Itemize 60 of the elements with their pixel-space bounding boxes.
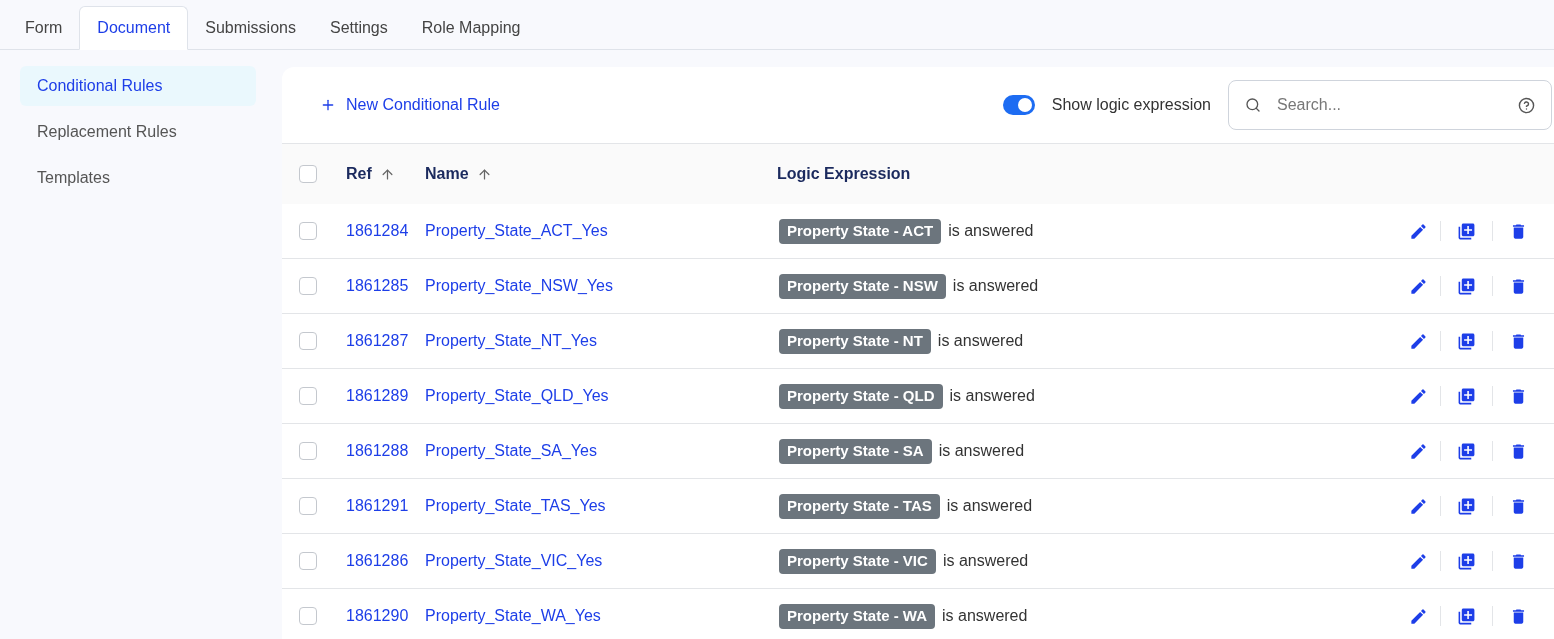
- question-tag: Property State - QLD: [779, 383, 943, 409]
- question-tag: Property State - SA: [779, 438, 932, 464]
- rule-name-link[interactable]: Property_State_NSW_Yes: [425, 274, 779, 298]
- checkbox[interactable]: [299, 222, 317, 240]
- help-icon: [1518, 96, 1535, 114]
- tab[interactable]: Document: [79, 6, 189, 50]
- condition-text: is answered: [937, 331, 1024, 351]
- ref-link[interactable]: 1861284: [346, 219, 425, 243]
- checkbox[interactable]: [299, 442, 317, 460]
- condition-text: is answered: [946, 496, 1033, 516]
- ref-link[interactable]: 1861285: [346, 274, 425, 298]
- checkbox[interactable]: [299, 387, 317, 405]
- condition-text: is answered: [942, 606, 1028, 626]
- column-header[interactable]: Ref: [346, 162, 425, 186]
- search-field[interactable]: Search...: [1228, 80, 1552, 130]
- ref-link[interactable]: 1861287: [346, 329, 425, 353]
- toggle-label: Show logic expression: [1051, 95, 1211, 115]
- checkbox[interactable]: [299, 607, 317, 625]
- condition-text: is answered: [942, 551, 1029, 571]
- column-header[interactable]: Name: [425, 162, 777, 186]
- column-header: Logic Expression: [777, 164, 911, 184]
- rule-name-link[interactable]: Property_State_WA_Yes: [425, 604, 779, 628]
- toggle-switch[interactable]: [1002, 95, 1035, 115]
- ref-link[interactable]: 1861291: [346, 494, 425, 518]
- rule-name-link[interactable]: Property_State_TAS_Yes: [425, 494, 779, 518]
- tab[interactable]: Submissions: [188, 6, 313, 50]
- question-tag: Property State - ACT: [779, 218, 942, 244]
- rule-name-link[interactable]: Property_State_VIC_Yes: [425, 549, 779, 573]
- question-tag: Property State - NSW: [779, 273, 946, 299]
- plus-icon: [320, 97, 336, 113]
- condition-text: is answered: [952, 276, 1039, 296]
- search-input[interactable]: Search...: [1277, 93, 1502, 117]
- ref-link[interactable]: 1861290: [346, 604, 425, 628]
- checkbox[interactable]: [299, 165, 317, 183]
- rule-name-link[interactable]: Property_State_SA_Yes: [425, 439, 779, 463]
- sidebar-item[interactable]: Templates: [20, 158, 256, 198]
- question-tag: Property State - TAS: [779, 493, 940, 519]
- rule-name-link[interactable]: Property_State_NT_Yes: [425, 329, 779, 353]
- tab[interactable]: Form: [8, 6, 80, 50]
- ref-link[interactable]: 1861289: [346, 384, 425, 408]
- condition-text: is answered: [938, 441, 1025, 461]
- question-tag: Property State - VIC: [779, 548, 936, 574]
- condition-text: is answered: [949, 386, 1035, 406]
- checkbox[interactable]: [299, 552, 317, 570]
- sidebar-item[interactable]: Conditional Rules: [20, 66, 256, 106]
- ref-link[interactable]: 1861288: [346, 439, 425, 463]
- rule-name-link[interactable]: Property_State_ACT_Yes: [425, 219, 779, 243]
- checkbox[interactable]: [299, 332, 317, 350]
- ref-link[interactable]: 1861286: [346, 549, 425, 573]
- question-tag: Property State - WA: [779, 603, 936, 629]
- rule-name-link[interactable]: Property_State_QLD_Yes: [425, 384, 779, 408]
- tab[interactable]: Role Mapping: [404, 6, 538, 50]
- tab[interactable]: Settings: [312, 6, 405, 50]
- checkbox[interactable]: [299, 277, 317, 295]
- question-tag: Property State - NT: [779, 328, 931, 354]
- search-icon: [1245, 97, 1261, 113]
- condition-text: is answered: [948, 221, 1034, 241]
- sidebar-item[interactable]: Replacement Rules: [20, 112, 256, 152]
- new-rule-button[interactable]: New Conditional Rule: [320, 93, 500, 117]
- checkbox[interactable]: [299, 497, 317, 515]
